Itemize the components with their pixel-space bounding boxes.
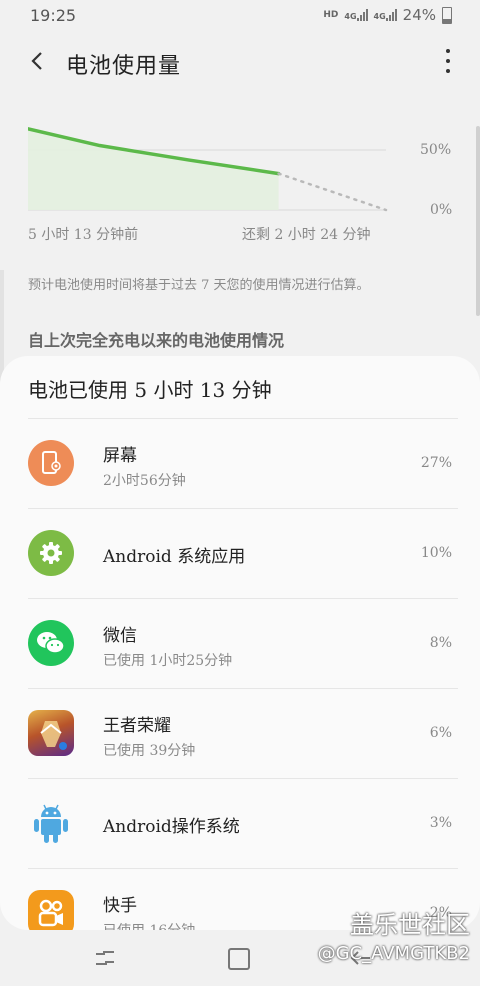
back-button[interactable] bbox=[24, 48, 50, 74]
app-usage-time: 已使用 1小时25分钟 bbox=[103, 653, 233, 669]
signal-icon-2: 4G bbox=[374, 9, 397, 21]
scrollbar[interactable] bbox=[476, 126, 480, 316]
app-list: 屏幕 2小时56分钟 27% Android 系统应用 10% 微信 已使用 1… bbox=[0, 418, 480, 930]
app-percent: 10% bbox=[420, 545, 452, 561]
more-options-button[interactable] bbox=[444, 49, 452, 73]
usage-card: 电池已使用 5 小时 13 分钟 屏幕 2小时56分钟 27% Android … bbox=[0, 356, 480, 930]
list-item[interactable]: 王者荣耀 已使用 39分钟 6% bbox=[28, 688, 458, 778]
more-dot bbox=[446, 49, 450, 53]
battery-percent: 24% bbox=[402, 6, 436, 24]
status-icons: HD 4G 4G 24% bbox=[323, 6, 452, 24]
status-time: 19:25 bbox=[30, 6, 77, 25]
more-dot bbox=[446, 69, 450, 73]
app-name: Android 系统应用 bbox=[103, 547, 246, 567]
more-dot bbox=[446, 59, 450, 63]
app-usage-time: 已使用 39分钟 bbox=[103, 743, 196, 759]
list-item[interactable]: 微信 已使用 1小时25分钟 8% bbox=[28, 598, 458, 688]
list-item[interactable]: Android操作系统 3% bbox=[28, 778, 458, 868]
app-usage-time: 2小时56分钟 bbox=[103, 473, 186, 489]
app-percent: 3% bbox=[429, 815, 452, 831]
estimate-note: 预计电池使用时间将基于过去 7 天您的使用情况进行估算。 bbox=[28, 278, 370, 293]
usage-total: 电池已使用 5 小时 13 分钟 bbox=[28, 378, 272, 402]
section-header: 自上次完全充电以来的电池使用情况 bbox=[28, 331, 285, 350]
forecast-line bbox=[277, 172, 388, 212]
battery-icon bbox=[442, 6, 452, 24]
screen-icon bbox=[28, 440, 74, 486]
app-percent: 8% bbox=[429, 635, 452, 651]
app-name: 微信 bbox=[103, 626, 137, 646]
recent-apps-icon[interactable] bbox=[94, 950, 116, 966]
x-label-start: 5 小时 13 分钟前 bbox=[28, 227, 139, 243]
gear-icon bbox=[28, 530, 74, 576]
battery-chart-svg bbox=[26, 106, 388, 212]
honor-of-kings-icon bbox=[28, 710, 74, 756]
y-label-50: 50% bbox=[420, 142, 452, 158]
usage-area bbox=[28, 106, 279, 210]
android-icon bbox=[28, 800, 74, 846]
app-name: 王者荣耀 bbox=[103, 716, 171, 736]
kuaishou-icon bbox=[28, 890, 74, 930]
wechat-icon bbox=[28, 620, 74, 666]
watermark-user: @GC_AVMGTKB2 bbox=[317, 943, 470, 964]
list-item[interactable]: 屏幕 2小时56分钟 27% bbox=[28, 418, 458, 508]
page-title: 电池使用量 bbox=[66, 54, 182, 79]
watermark-site: 盖乐世社区 bbox=[350, 911, 470, 939]
app-percent: 6% bbox=[429, 725, 452, 741]
app-percent: 27% bbox=[420, 455, 452, 471]
hd-indicator: HD bbox=[323, 10, 339, 20]
signal-icon: 4G bbox=[344, 9, 368, 21]
chevron-left-icon bbox=[31, 52, 42, 70]
app-name: 屏幕 bbox=[103, 446, 137, 466]
x-label-end: 还剩 2 小时 24 分钟 bbox=[242, 227, 371, 243]
y-label-0: 0% bbox=[430, 202, 453, 218]
app-bar: 电池使用量 bbox=[0, 36, 480, 88]
app-usage-time: 已使用 16分钟 bbox=[103, 920, 195, 930]
status-bar: 19:25 HD 4G 4G 24% bbox=[0, 0, 480, 32]
list-item[interactable]: Android 系统应用 10% bbox=[28, 508, 458, 598]
app-name: Android操作系统 bbox=[103, 817, 240, 837]
home-button[interactable] bbox=[228, 948, 250, 970]
battery-chart: 50% 0% 5 小时 13 分钟前 还剩 2 小时 24 分钟 bbox=[26, 106, 468, 243]
app-name: 快手 bbox=[103, 896, 137, 916]
